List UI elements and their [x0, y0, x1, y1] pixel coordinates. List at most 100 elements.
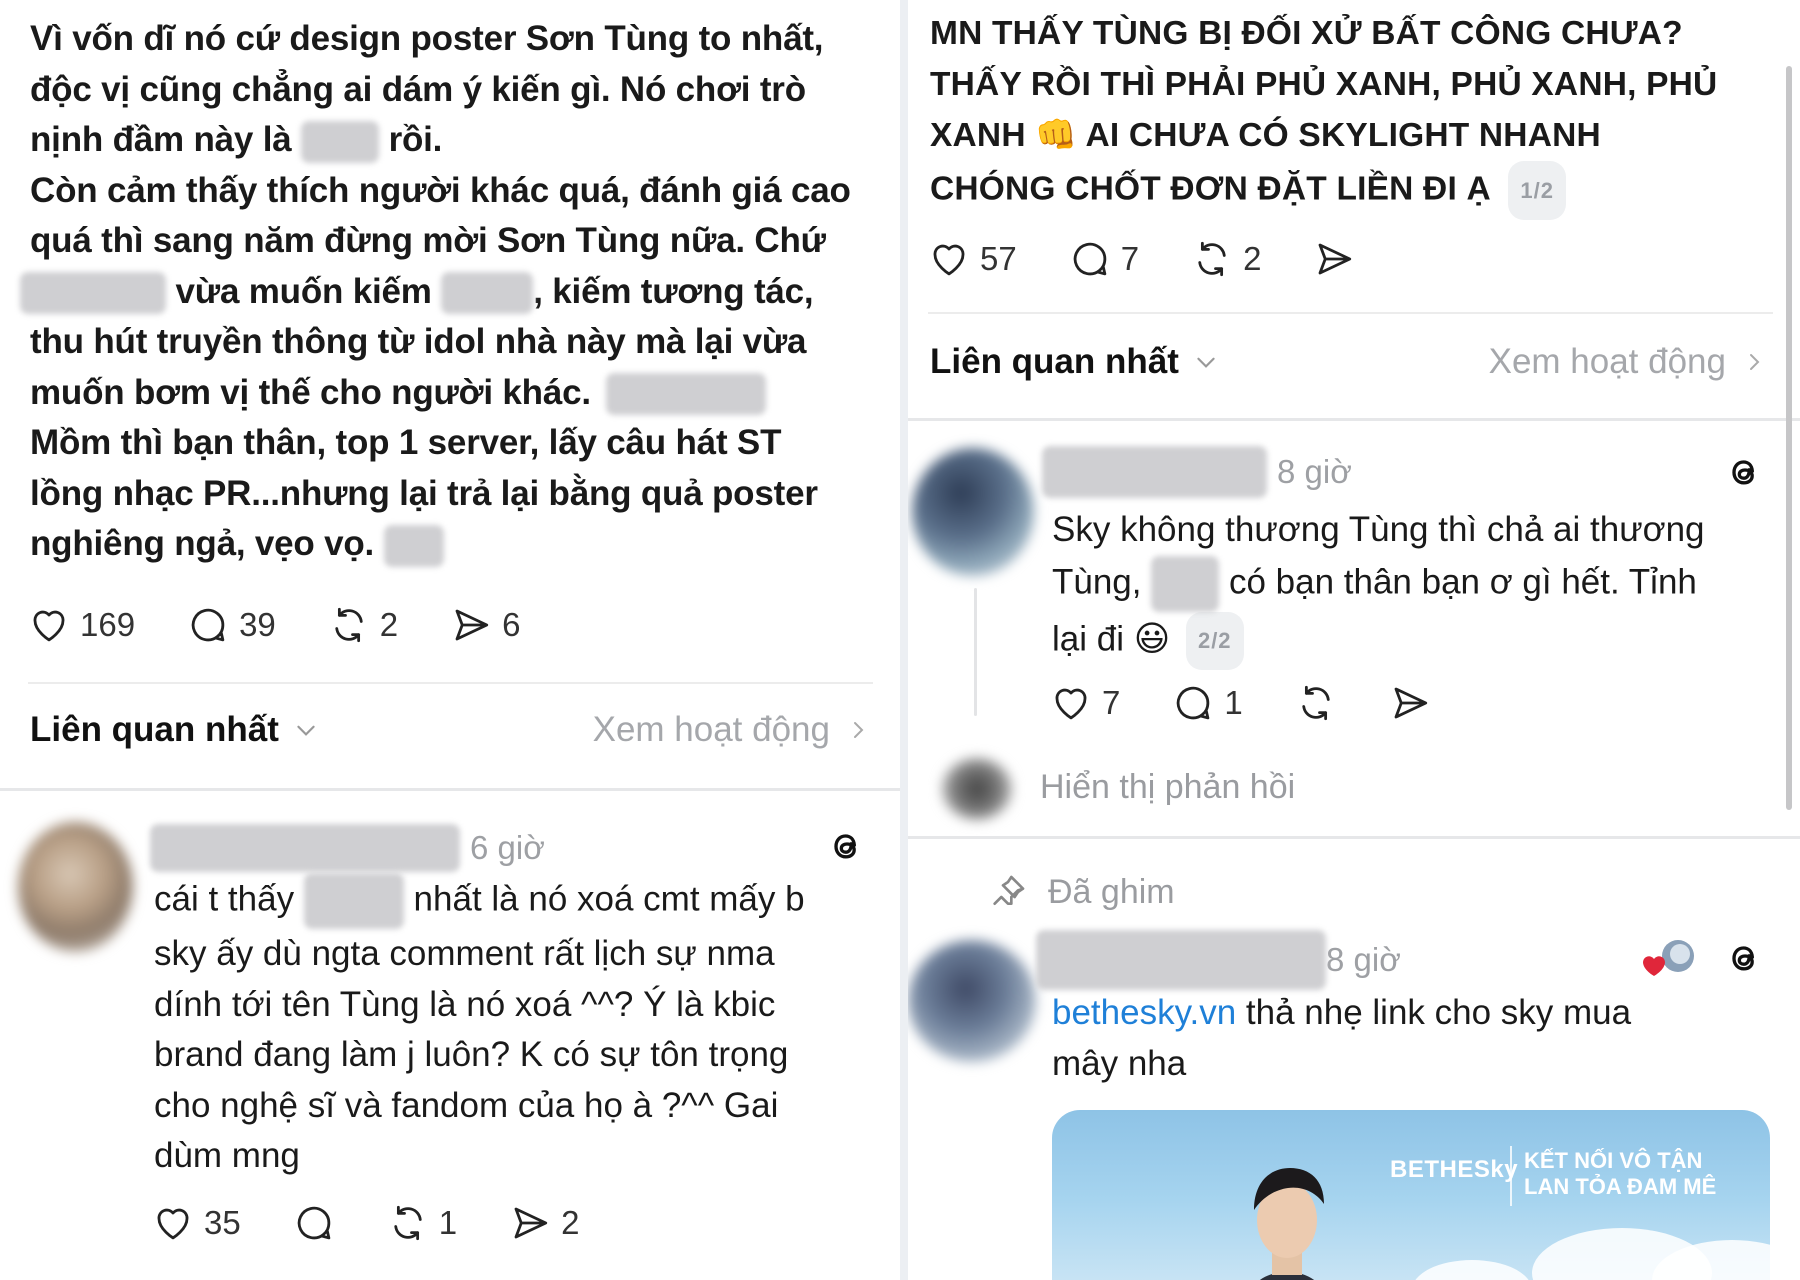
comment-body: bethesky.vn thả nhẹ link cho sky mua mây…	[1052, 988, 1631, 1089]
sort-label: Liên quan nhất	[30, 710, 279, 749]
smile-emoji: 😃	[1133, 619, 1171, 658]
comment-line: bethesky.vn thả nhẹ link cho sky mua	[1052, 988, 1631, 1039]
repost-button[interactable]: 2	[328, 604, 398, 646]
heart-icon	[933, 244, 965, 276]
comment-time: 8 giờ	[1277, 453, 1352, 490]
share-button[interactable]: 2	[509, 1202, 579, 1244]
share-button[interactable]	[1389, 682, 1431, 724]
redacted-word	[606, 373, 767, 416]
comment-actions: 35 1 2	[152, 1202, 631, 1244]
comment-button[interactable]: 1	[1172, 682, 1243, 724]
share-button[interactable]: 6	[450, 604, 521, 646]
redacted-username[interactable]	[150, 824, 460, 872]
link-preview-banner[interactable]: BETHESky KẾT NỐI VÔ TẬN LAN TỎA ĐAM MÊ	[1052, 1110, 1770, 1280]
threads-logo-icon[interactable]	[1724, 452, 1764, 492]
avatar[interactable]	[912, 448, 1034, 576]
comment-button[interactable]: 39	[187, 604, 276, 646]
comment-count: 39	[239, 606, 276, 643]
comment-text-segment: Tùng,	[1052, 561, 1142, 601]
view-activity-link[interactable]: Xem hoạt động	[593, 710, 870, 750]
post-text-segment: XANH	[930, 117, 1026, 154]
page-indicator-chip: 1/2	[1508, 161, 1566, 220]
comment-actions: 7 1	[1050, 682, 1483, 724]
send-icon	[455, 609, 489, 641]
comment-text-segment: cái t thấy	[154, 879, 295, 919]
sort-dropdown[interactable]: Liên quan nhất	[930, 342, 1219, 382]
repost-count: 2	[379, 606, 399, 643]
post-text-segment: nịnh đầm này là	[30, 120, 292, 159]
post-line: độc vị cũng chẳng ai dám ý kiến gì. Nó c…	[30, 69, 806, 109]
post-line: thu hút truyền thông từ idol nhà này mà …	[30, 322, 807, 361]
comment-line: sky ấy dù ngta comment rất lịch sự nma	[154, 934, 775, 973]
repost-button[interactable]: 2	[1191, 238, 1261, 280]
divider	[0, 788, 900, 791]
post-text-segment: muốn bơm vị thế cho người khác.	[30, 372, 591, 412]
like-count: 169	[80, 606, 136, 643]
comment-time: 6 giờ	[470, 829, 545, 866]
comment-body: Sky không thương Tùng thì chả ai thương …	[1052, 505, 1705, 670]
redacted-word	[20, 272, 166, 315]
post-line: muốn bơm vị thế cho người khác.	[30, 368, 851, 419]
chevron-right-icon	[1750, 354, 1760, 370]
comment-line: lại đi 😃 2/2	[1052, 611, 1705, 670]
chevron-down-icon	[297, 725, 315, 736]
redacted-word	[303, 873, 404, 929]
banner-brand: BETHESky	[1390, 1156, 1519, 1183]
comment-body: cái t thấy nhất là nó xoá cmt mấy b sky …	[154, 873, 805, 1182]
comment-button[interactable]: 7	[1069, 238, 1139, 280]
heart-icon	[33, 610, 65, 642]
scrollbar[interactable]	[1786, 66, 1792, 810]
repost-button[interactable]	[1295, 682, 1337, 724]
comment-button[interactable]	[293, 1202, 335, 1244]
heart-icon	[1055, 688, 1087, 720]
avatar[interactable]	[908, 940, 1036, 1062]
post-body: Vì vốn dĩ nó cứ design poster Sơn Tùng t…	[20, 14, 851, 570]
comment-line: mây nha	[1052, 1043, 1187, 1083]
repost-icon	[335, 607, 363, 643]
post-text-segment: nghiêng ngả, vẹo vọ.	[30, 524, 375, 563]
like-button[interactable]: 35	[152, 1202, 241, 1244]
comment-text-segment: nhất là nó xoá cmt mấy b	[413, 879, 805, 919]
redacted-username[interactable]	[1042, 446, 1267, 498]
comment-count: 7	[1120, 240, 1140, 277]
like-count: 57	[980, 240, 1017, 277]
reply-thread-line	[974, 588, 977, 716]
repost-button[interactable]: 1	[387, 1202, 457, 1244]
comment-header: 8 giờ	[1042, 446, 1352, 498]
redacted-word	[1151, 555, 1220, 612]
avatar[interactable]	[18, 822, 133, 952]
post-line: THẤY RỒI THÌ PHẢI PHỦ XANH, PHỦ XANH, PH…	[930, 66, 1718, 103]
post-text-segment: AI CHƯA CÓ SKYLIGHT NHANH	[1085, 117, 1601, 154]
post-actions: 57 7 2	[928, 238, 1407, 280]
comment-sort-bar: Liên quan nhất Xem hoạt động	[30, 710, 870, 750]
view-activity-link[interactable]: Xem hoạt động	[1489, 342, 1766, 382]
like-button[interactable]: 169	[28, 604, 135, 646]
redacted-username[interactable]	[1036, 930, 1326, 990]
comment-icon	[1177, 686, 1210, 720]
comment-line: cái t thấy nhất là nó xoá cmt mấy b	[154, 873, 805, 929]
like-count: 7	[1102, 684, 1121, 721]
like-button[interactable]: 57	[928, 238, 1017, 280]
replier-avatar[interactable]	[942, 758, 1012, 820]
chevron-down-icon	[1197, 357, 1215, 368]
bethesky-link[interactable]: bethesky.vn	[1052, 993, 1236, 1032]
redacted-word	[301, 120, 380, 163]
threads-logo-icon[interactable]	[1724, 938, 1764, 978]
sort-dropdown[interactable]: Liên quan nhất	[30, 710, 319, 750]
repost-icon	[1302, 685, 1330, 721]
pinned-indicator: Đã ghim	[988, 872, 1175, 912]
view-activity-label: Xem hoạt động	[1488, 342, 1726, 381]
send-icon	[1394, 687, 1427, 719]
threads-logo-icon[interactable]	[826, 826, 866, 866]
like-button[interactable]: 7	[1050, 682, 1120, 724]
cloud-shape	[1412, 1260, 1532, 1280]
share-button[interactable]	[1313, 238, 1355, 280]
redacted-word	[441, 272, 534, 315]
fist-emoji: 👊	[1035, 117, 1078, 154]
post-line: Vì vốn dĩ nó cứ design poster Sơn Tùng t…	[30, 19, 824, 58]
comment-icon	[191, 608, 225, 642]
show-replies-link[interactable]: Hiển thị phản hồi	[1040, 768, 1295, 807]
redacted-word	[383, 524, 444, 567]
comment-icon	[297, 1206, 330, 1240]
post-text-segment: vừa muốn kiếm	[175, 271, 432, 311]
